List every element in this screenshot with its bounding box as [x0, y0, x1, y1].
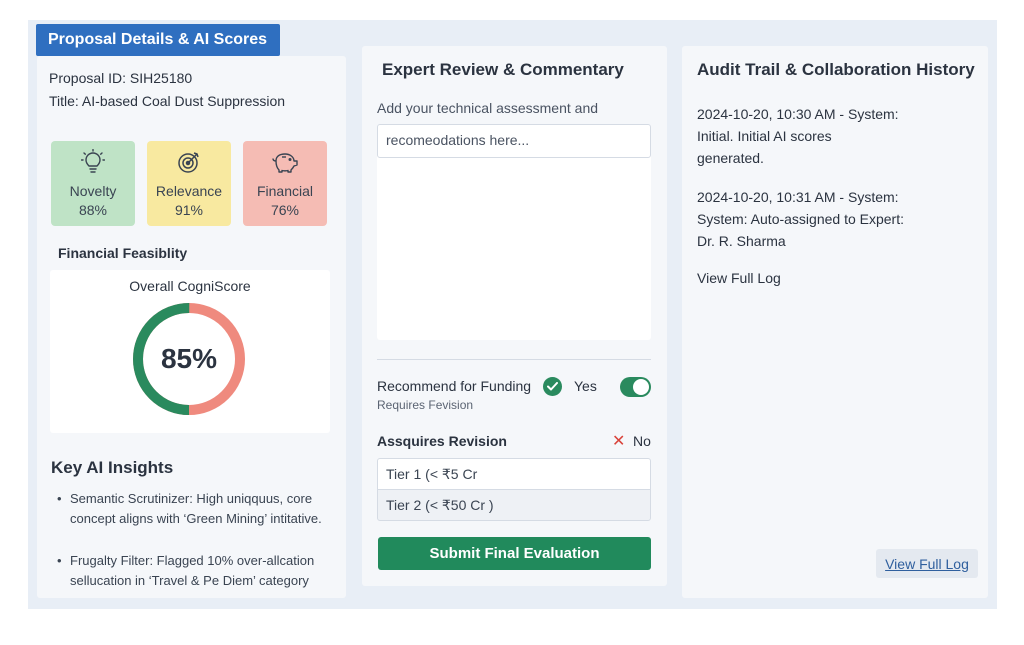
score-label: Novelty [69, 183, 117, 199]
audit-heading: Audit Trail & Collaboration History [697, 60, 975, 79]
divider [377, 359, 651, 360]
score-value: 91% [174, 202, 204, 218]
recommend-value: Yes [574, 378, 597, 394]
bullet: • [57, 553, 62, 568]
audit-entry-line: Initial. Initial AI scores [697, 128, 832, 144]
score-card-financial[interactable]: Financial 76% [243, 141, 327, 226]
financial-feasibility-heading: Financial Feasiblity [58, 245, 188, 261]
revision-value: No [633, 433, 651, 449]
insight-item: • Semantic Scrutinizer: High uniqquus, c… [57, 489, 341, 529]
lightbulb-icon [81, 149, 105, 175]
score-value: 88% [78, 202, 108, 218]
toggle-knob [633, 379, 649, 395]
check-icon [543, 377, 562, 396]
audit-entry-line: Dr. R. Sharma [697, 233, 786, 249]
review-placeholder[interactable]: recomeodations here... [377, 124, 651, 158]
piggy-bank-icon [271, 149, 299, 175]
submit-evaluation-button[interactable]: Submit Final Evaluation [378, 537, 651, 570]
cogniscore-card: Overall CogniScore 85% [50, 270, 330, 433]
insight-text: Semantic Scrutinizer: High uniqquus, cor… [70, 491, 322, 526]
recommend-label: Recommend for Funding [377, 378, 532, 394]
audit-panel: Audit Trail & Collaboration History 2024… [682, 46, 988, 598]
insight-item: • Frugalty Filter: Flagged 10% over-allc… [57, 551, 341, 591]
target-icon [176, 149, 202, 175]
cogniscore-value: 85% [160, 343, 218, 374]
score-card-novelty[interactable]: Novelty 88% [51, 141, 135, 226]
recommend-toggle[interactable] [620, 377, 651, 397]
review-heading: Expert Review & Commentary [382, 60, 624, 79]
audit-entry-line: System: Auto-assigned to Expert: [697, 211, 904, 227]
view-full-log-button[interactable]: View Full Log [876, 549, 978, 578]
score-label: Financial [256, 183, 314, 199]
tier-option-2[interactable]: Tier 2 (< ₹50 Cr ) [377, 489, 651, 521]
audit-entry-line: generated. [697, 150, 764, 166]
insights-heading: Key AI Insights [51, 458, 174, 477]
recommend-subtext: Requires Fevision [377, 398, 474, 412]
view-full-log-link[interactable]: View Full Log [697, 270, 781, 286]
review-prompt: Add your technical assessment and [377, 100, 599, 116]
tier-option-1[interactable]: Tier 1 (< ₹5 Cr [377, 458, 651, 490]
audit-entry-line: 2024-10-20, 10:31 AM - System: [697, 189, 899, 205]
insight-text: Frugalty Filter: Flagged 10% over-allcat… [70, 553, 315, 588]
score-value: 76% [270, 202, 300, 218]
audit-entry: 2024-10-20, 10:31 AM - System: System: A… [697, 186, 977, 252]
proposal-details-tab[interactable]: Proposal Details & AI Scores [36, 24, 280, 56]
review-panel: Expert Review & Commentary Add your tech… [362, 46, 667, 586]
audit-entry: 2024-10-20, 10:30 AM - System: Initial. … [697, 103, 977, 169]
cogniscore-title: Overall CogniScore [129, 278, 251, 294]
score-label: Relevance [155, 183, 223, 199]
proposal-panel: Proposal ID: SIH25180 Title: AI-based Co… [37, 56, 346, 598]
proposal-title: Title: AI-based Coal Dust Suppression [49, 93, 286, 109]
bullet: • [57, 491, 62, 506]
close-icon[interactable]: ✕ [612, 431, 625, 451]
review-textarea[interactable]: recomeodations here... [377, 124, 651, 340]
audit-entry-line: 2024-10-20, 10:30 AM - System: [697, 106, 899, 122]
score-card-relevance[interactable]: Relevance 91% [147, 141, 231, 226]
revision-label: Assquires Revision [377, 433, 507, 449]
proposal-id: Proposal ID: SIH25180 [49, 70, 193, 86]
